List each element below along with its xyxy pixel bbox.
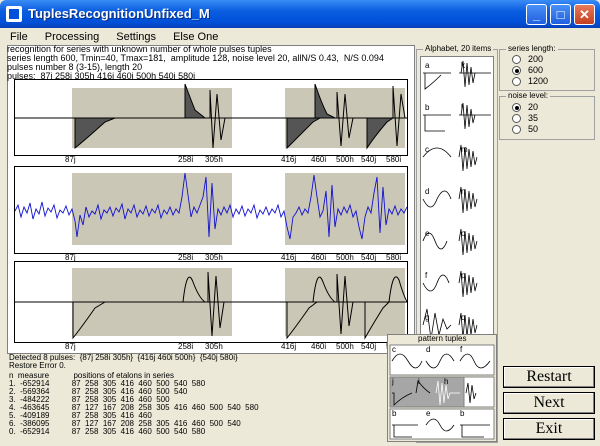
x-label: 416j [281, 155, 297, 164]
app-icon [6, 6, 22, 22]
alphabet-letter: k [461, 61, 465, 70]
alphabet-letter: b [425, 103, 430, 112]
radio-series-200[interactable]: 200 [512, 54, 543, 64]
window-title: TuplesRecognitionUnfixed_M [28, 6, 210, 21]
alphabet-letter: n [461, 187, 466, 196]
alphabet-letter: d [425, 187, 430, 196]
pattern-tuples-svg [389, 344, 495, 440]
exit-button[interactable]: Exit [503, 418, 595, 440]
radio-noise-20[interactable]: 20 [512, 102, 538, 112]
maximize-icon[interactable]: □ [550, 4, 571, 25]
x-label: 258i [178, 342, 194, 351]
radio-series-1200[interactable]: 1200 [512, 76, 548, 86]
pattern-label: e [426, 409, 431, 418]
x-label: 258i [178, 155, 194, 164]
minimize-icon[interactable]: _ [526, 4, 547, 25]
x-label: 540j [361, 342, 377, 351]
noisy-svg [15, 172, 407, 245]
etalon-svg [15, 83, 407, 150]
x-label: 580i [386, 155, 402, 164]
menu-processing[interactable]: Processing [38, 29, 106, 43]
pattern-tuples-panel: pattern tuples c d f j i h b e b [387, 334, 497, 442]
x-label: 460i [311, 342, 327, 351]
pattern-label: c [392, 345, 396, 354]
restored-svg [15, 268, 407, 340]
alphabet-letter: e [425, 229, 430, 238]
pattern-label: j [392, 377, 394, 386]
alphabet-letter: o [461, 229, 466, 238]
pattern-label: h [444, 377, 449, 386]
pattern-label: f [460, 345, 463, 354]
x-label: 416j [281, 342, 297, 351]
restored-plot [14, 261, 408, 343]
radio-noise-35[interactable]: 35 [512, 113, 538, 123]
next-button[interactable]: Next [503, 392, 595, 414]
x-label: 460i [311, 155, 327, 164]
results-row: 0. -652914 87 258 305 416 460 500 540 58… [9, 427, 206, 436]
series-length-title: series length: [506, 44, 558, 53]
x-label: 500h [336, 342, 354, 351]
x-label: 305h [205, 155, 223, 164]
alphabet-letter: p [461, 271, 466, 280]
x-label: 87j [65, 342, 76, 351]
alphabet-letter: q [461, 313, 466, 322]
pattern-label: b [460, 409, 465, 418]
x-label: 305h [205, 342, 223, 351]
close-icon[interactable]: ✕ [574, 4, 595, 25]
restore-error-text: Restore Error 0. [9, 361, 66, 370]
menu-settings[interactable]: Settings [109, 29, 163, 43]
x-label: 540j [361, 155, 377, 164]
alphabet-letter: a [425, 61, 430, 70]
pattern-tuples-title: pattern tuples [418, 334, 467, 343]
noise-level-group: noise level: 20 35 50 [499, 91, 595, 140]
client-area: recognition for series with unknown numb… [3, 44, 597, 446]
series-length-group: series length: 200 600 1200 [499, 44, 595, 91]
app-window: TuplesRecognitionUnfixed_M _ □ ✕ File Pr… [0, 0, 600, 446]
radio-noise-50[interactable]: 50 [512, 124, 538, 134]
alphabet-letter: c [425, 145, 429, 154]
radio-series-600[interactable]: 600 [512, 65, 543, 75]
alphabet-title: Alphabet, 20 items [423, 44, 494, 53]
menu-else-one[interactable]: Else One [166, 29, 225, 43]
noise-level-title: noise level: [506, 91, 551, 100]
menu-file[interactable]: File [3, 29, 35, 43]
info-block: recognition for series with unknown numb… [7, 45, 384, 81]
noisy-series-plot [14, 166, 408, 254]
pattern-label: b [392, 409, 397, 418]
alphabet-letter: m [461, 145, 468, 154]
etalon-plot [14, 79, 408, 156]
title-bar: TuplesRecognitionUnfixed_M _ □ ✕ [0, 0, 600, 28]
pattern-label: d [426, 345, 431, 354]
x-label: 87j [65, 155, 76, 164]
pattern-label: i [418, 377, 420, 386]
alphabet-letter: g [425, 313, 430, 322]
alphabet-letter: f [425, 271, 428, 280]
alphabet-letter: l [461, 103, 463, 112]
restart-button[interactable]: Restart [503, 366, 595, 388]
x-label: 500h [336, 155, 354, 164]
